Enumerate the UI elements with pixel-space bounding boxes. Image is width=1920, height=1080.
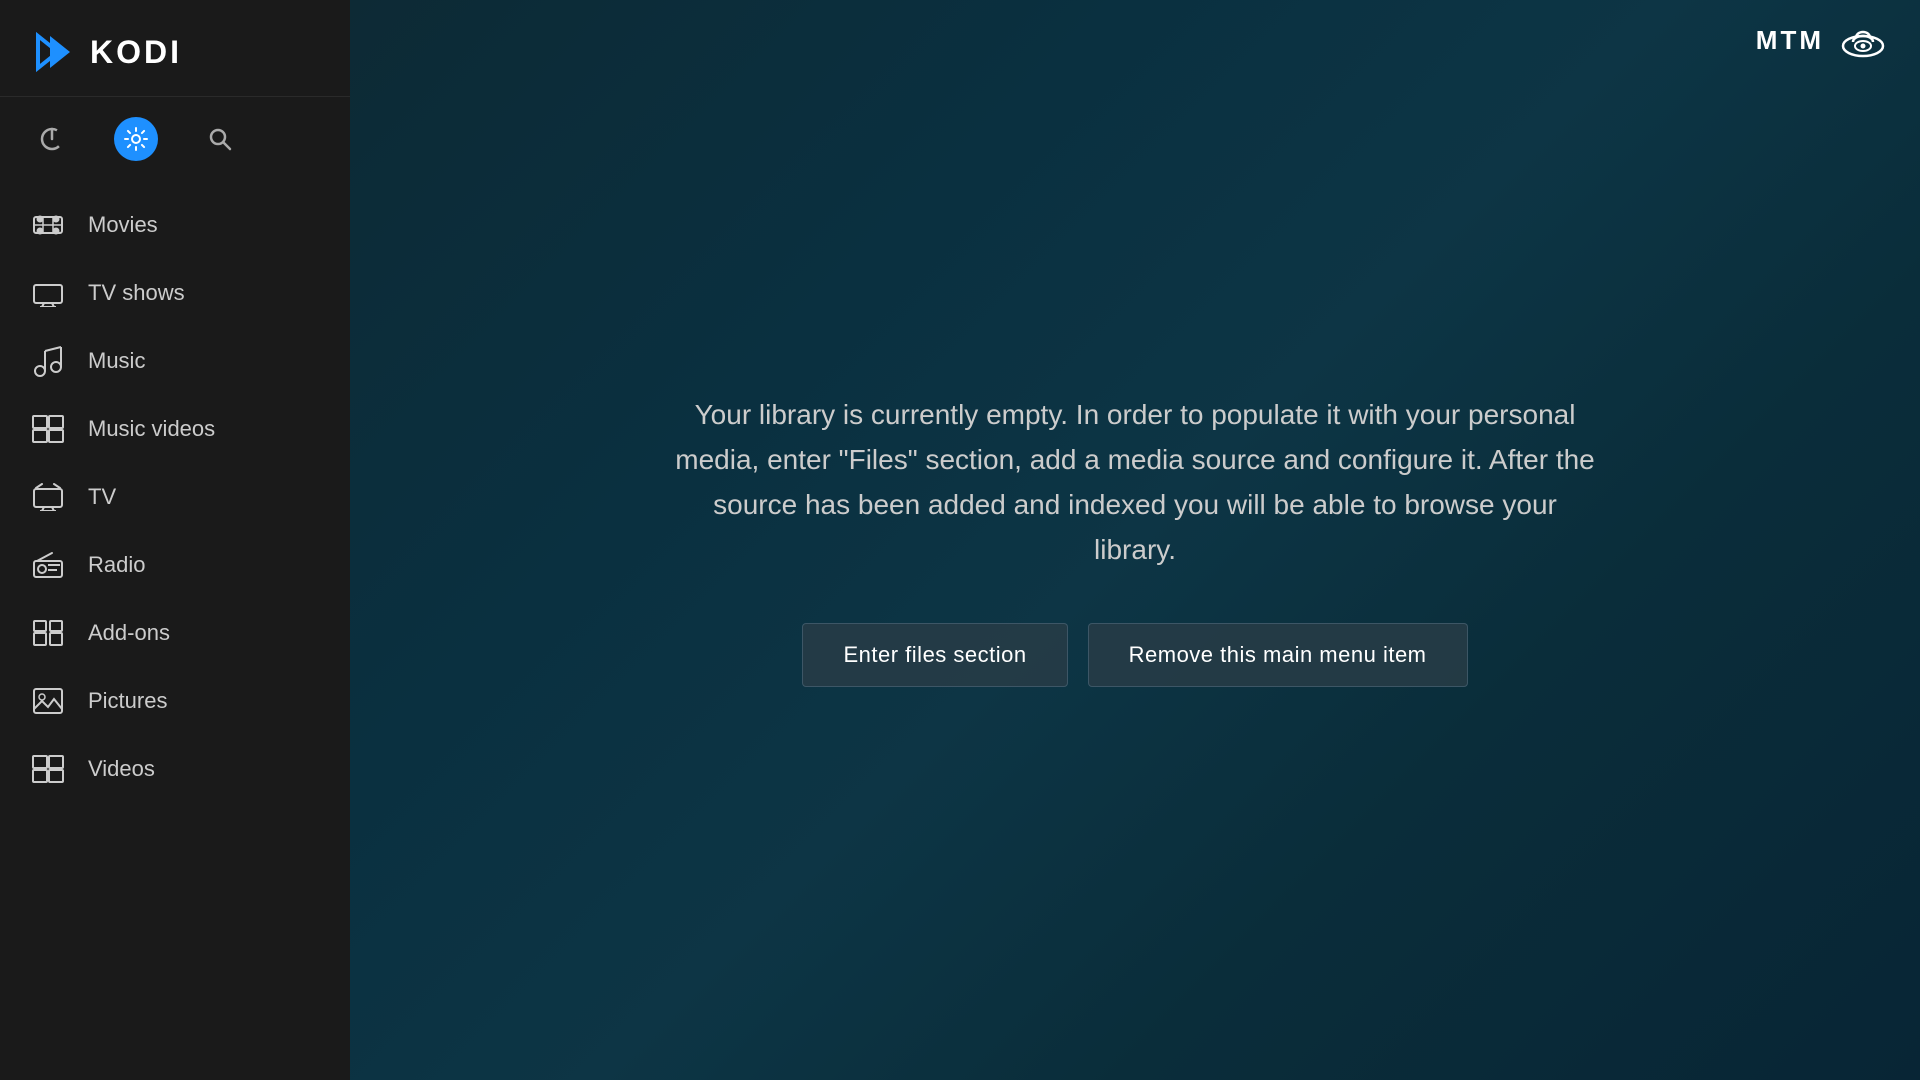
sidebar-item-music-videos[interactable]: Music videos — [0, 395, 350, 463]
main-content: MTM Your library is currently empty. In … — [350, 0, 1920, 1080]
kodi-logo-icon — [30, 28, 78, 76]
movies-icon — [30, 207, 66, 243]
sidebar-item-tv-shows[interactable]: TV shows — [0, 259, 350, 327]
power-button[interactable] — [30, 117, 74, 161]
movies-label: Movies — [88, 212, 158, 238]
main-navigation: Movies TV shows — [0, 181, 350, 1080]
music-label: Music — [88, 348, 145, 374]
pictures-icon — [30, 683, 66, 719]
pictures-label: Pictures — [88, 688, 167, 714]
videos-label: Videos — [88, 756, 155, 782]
library-empty-message: Your library is currently empty. In orde… — [635, 393, 1635, 572]
videos-icon — [30, 751, 66, 787]
sidebar-item-tv[interactable]: TV — [0, 463, 350, 531]
brand-header: MTM — [1756, 20, 1890, 60]
cloud-icon — [1836, 20, 1890, 60]
add-ons-label: Add-ons — [88, 620, 170, 646]
sidebar-item-music[interactable]: Music — [0, 327, 350, 395]
sidebar-item-radio[interactable]: Radio — [0, 531, 350, 599]
enter-files-button[interactable]: Enter files section — [802, 623, 1067, 687]
sidebar: KODI — [0, 0, 350, 1080]
sidebar-controls — [0, 97, 350, 181]
search-icon — [207, 126, 233, 152]
music-icon — [30, 343, 66, 379]
radio-label: Radio — [88, 552, 145, 578]
tv-icon — [30, 479, 66, 515]
tv-label: TV — [88, 484, 116, 510]
action-buttons-container: Enter files section Remove this main men… — [802, 623, 1467, 687]
app-header: KODI — [0, 0, 350, 97]
music-videos-icon — [30, 411, 66, 447]
sidebar-item-pictures[interactable]: Pictures — [0, 667, 350, 735]
sidebar-item-movies[interactable]: Movies — [0, 191, 350, 259]
tv-shows-icon — [30, 275, 66, 311]
power-icon — [39, 126, 65, 152]
remove-menu-item-button[interactable]: Remove this main menu item — [1088, 623, 1468, 687]
brand-text: MTM — [1756, 25, 1824, 56]
gear-icon — [123, 126, 149, 152]
music-videos-label: Music videos — [88, 416, 215, 442]
radio-icon — [30, 547, 66, 583]
search-button[interactable] — [198, 117, 242, 161]
settings-button[interactable] — [114, 117, 158, 161]
add-ons-icon — [30, 615, 66, 651]
sidebar-item-videos[interactable]: Videos — [0, 735, 350, 803]
sidebar-item-add-ons[interactable]: Add-ons — [0, 599, 350, 667]
app-title: KODI — [90, 34, 182, 71]
tv-shows-label: TV shows — [88, 280, 185, 306]
